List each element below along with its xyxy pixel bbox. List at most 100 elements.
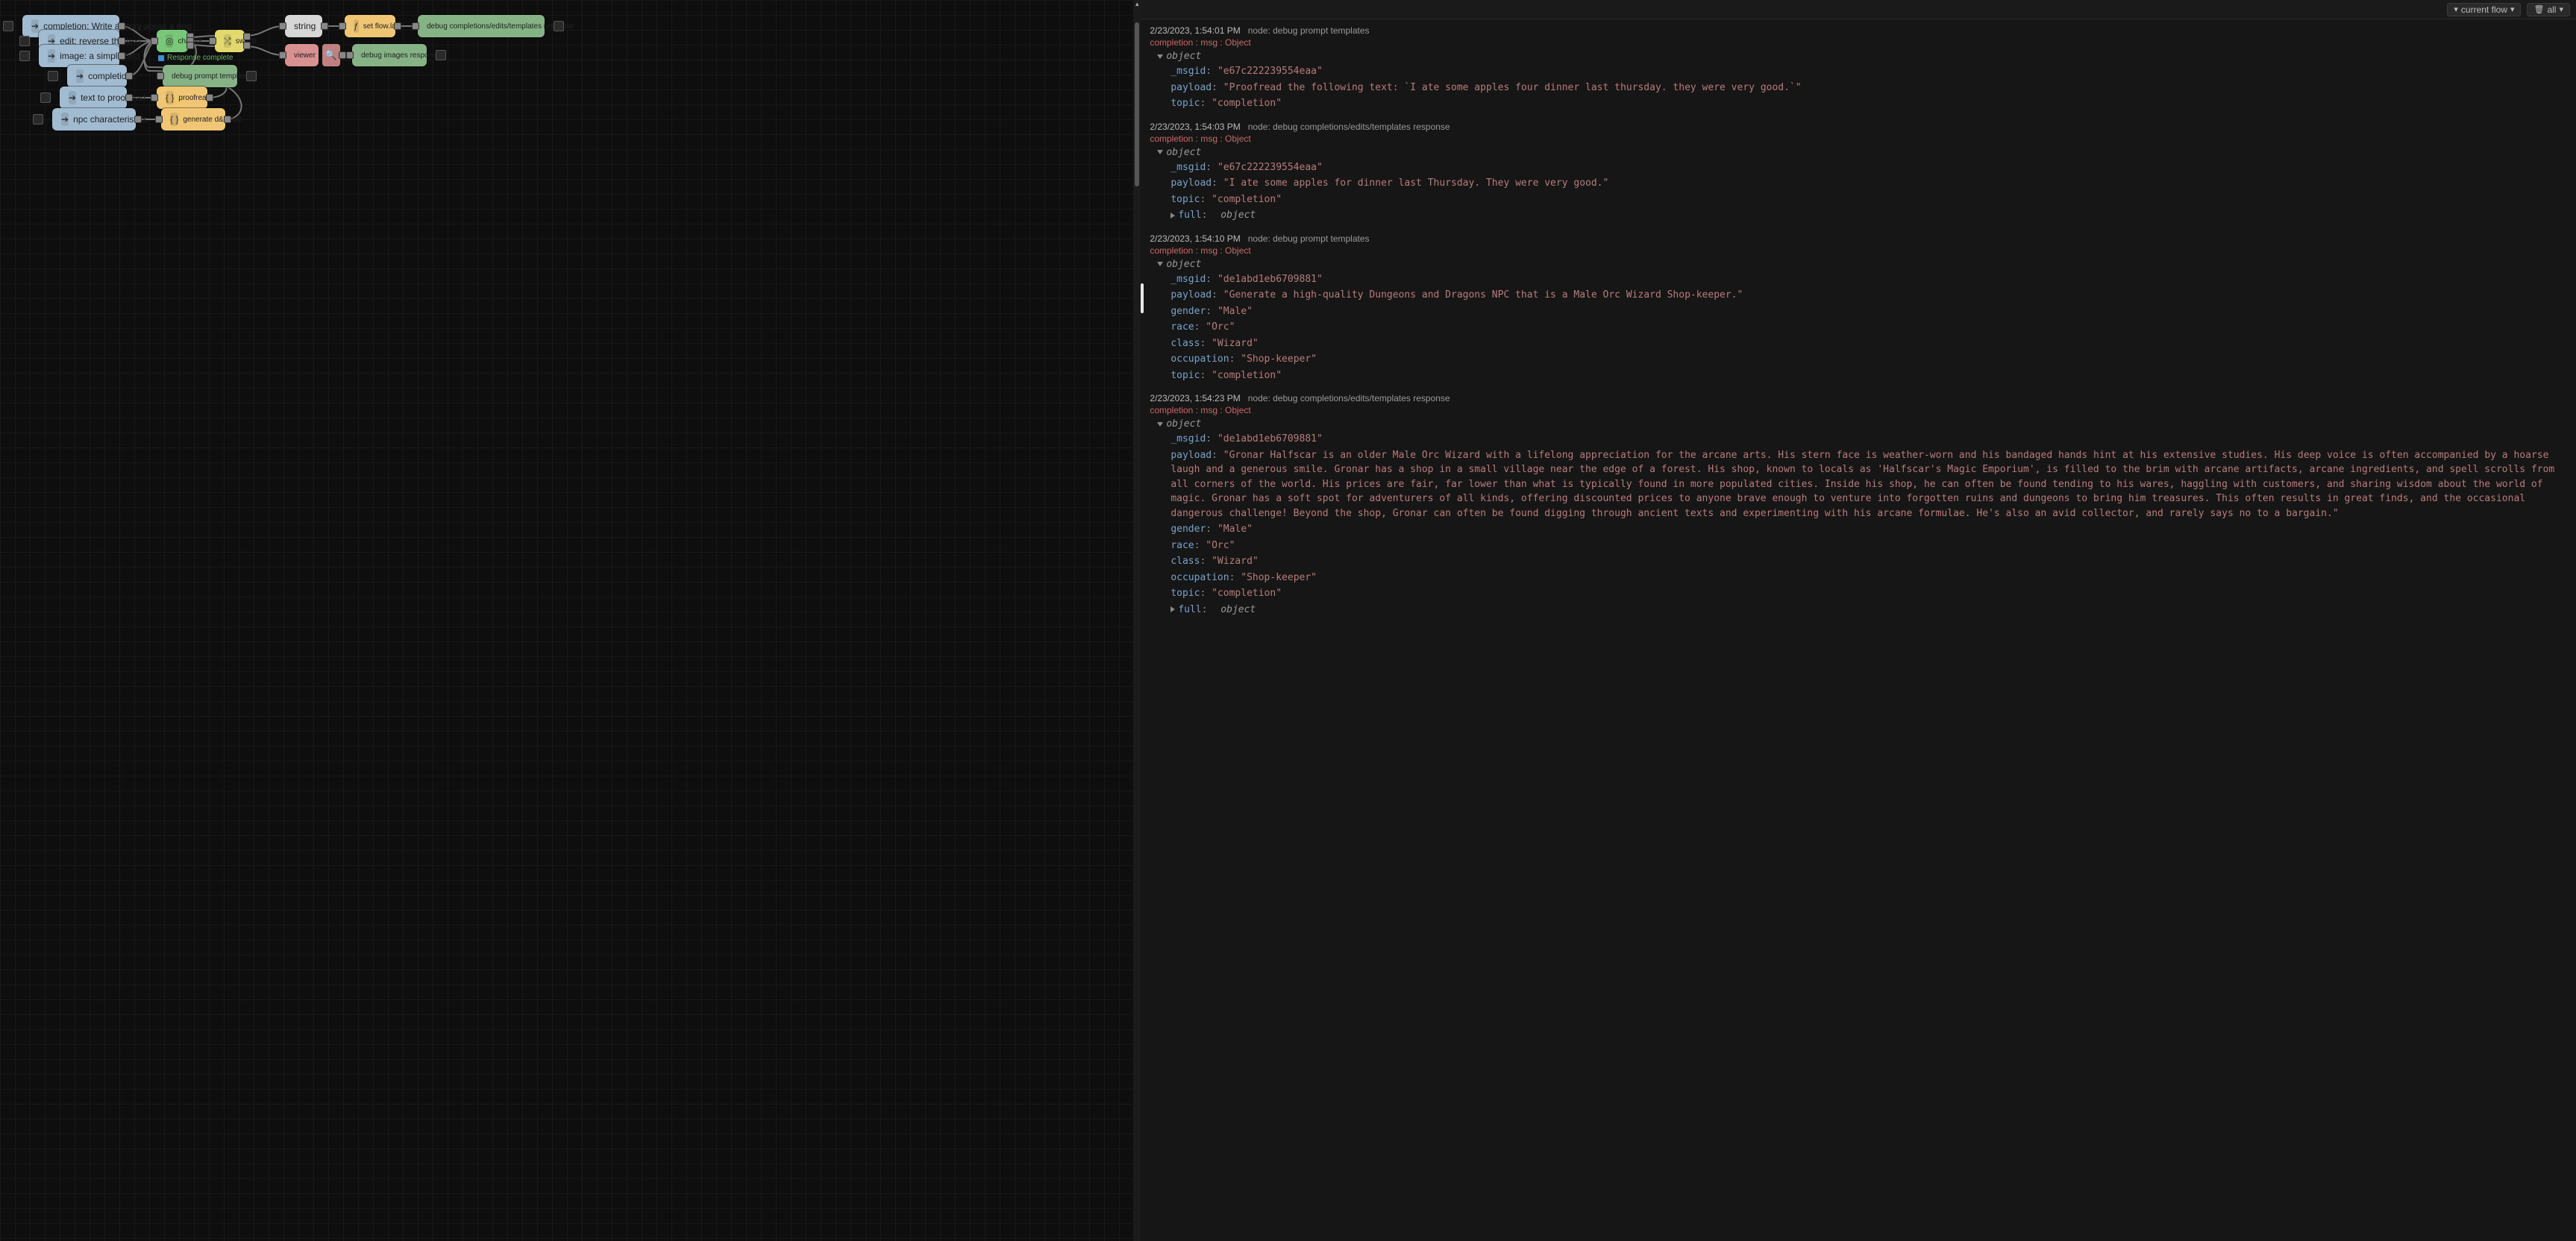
property-row[interactable]: _msgid: "de1abd1eb6709881"	[1157, 272, 2567, 287]
port-out[interactable]	[118, 52, 125, 60]
scrollbar-thumb[interactable]	[1135, 22, 1139, 186]
caret-down-icon	[1157, 262, 1163, 266]
inject-image-bird[interactable]: ➔ image: a simple bird	[39, 45, 119, 67]
property-value: "Shop-keeper"	[1241, 354, 1317, 365]
property-value: "Gronar Halfscar is an older Male Orc Wi…	[1171, 450, 2554, 519]
property-key: _msgid	[1171, 162, 1206, 173]
port-in[interactable]	[279, 22, 286, 30]
chatgpt-node[interactable]: ◎ chatgpt	[157, 30, 188, 52]
property-row[interactable]: payload: "Generate a high-quality Dungeo…	[1157, 288, 2567, 303]
port-in[interactable]	[346, 51, 354, 59]
port-out[interactable]	[125, 72, 133, 80]
property-row[interactable]: gender: "Male"	[1157, 522, 2567, 537]
switch-node[interactable]: ⤮ switch	[215, 30, 245, 52]
filter-flow-dropdown[interactable]: ▾ current flow ▾	[2447, 3, 2521, 16]
set-flow-last-node[interactable]: ƒ set flow.last	[345, 15, 395, 37]
port-out[interactable]	[394, 22, 401, 30]
port-out[interactable]	[339, 51, 346, 59]
port-in[interactable]	[339, 22, 346, 30]
port-out[interactable]	[243, 33, 251, 40]
pane-splitter[interactable]: ▴	[1133, 0, 1141, 1241]
property-row[interactable]: _msgid: "e67c222239554eaa"	[1157, 160, 2567, 175]
port-in[interactable]	[155, 116, 163, 123]
port-out[interactable]	[243, 42, 251, 49]
string-node[interactable]: string	[285, 15, 322, 37]
property-value: "Orc"	[1206, 540, 1235, 551]
inject-button[interactable]	[48, 71, 58, 81]
viewer-node[interactable]: viewer	[285, 44, 319, 66]
inject-button[interactable]	[19, 36, 30, 46]
source-node[interactable]: node: debug completions/edits/templates …	[1248, 393, 1450, 403]
inject-button[interactable]	[3, 21, 13, 31]
viewer-lens[interactable]: 🔍	[322, 44, 340, 66]
property-row[interactable]: class: "Wizard"	[1157, 554, 2567, 569]
property-row[interactable]: payload: "Gronar Halfscar is an older Ma…	[1157, 448, 2567, 521]
debug-toggle[interactable]	[436, 50, 446, 60]
debug-toggle[interactable]	[554, 21, 564, 31]
property-row[interactable]: occupation: "Shop-keeper"	[1157, 571, 2567, 585]
flow-workspace[interactable]: ➔ completion: Write a story about a dog …	[0, 0, 1133, 1241]
debug-panel: ▾ current flow ▾ 🗑 all ▾ 2/23/2023, 1:54…	[1141, 0, 2576, 1241]
property-row[interactable]: topic: "completion"	[1157, 96, 2567, 111]
inject-button[interactable]	[19, 51, 30, 61]
port-out[interactable]	[125, 94, 133, 101]
debug-toggle[interactable]	[246, 71, 257, 81]
topic-line: completion : msg : Object	[1150, 133, 2567, 144]
property-row[interactable]: topic: "completion"	[1157, 192, 2567, 207]
port-out[interactable]	[134, 116, 142, 123]
port-in[interactable]	[157, 72, 164, 80]
property-row[interactable]: topic: "completion"	[1157, 368, 2567, 383]
port-in[interactable]	[151, 94, 158, 101]
property-row[interactable]: class: "Wizard"	[1157, 336, 2567, 351]
debug-toolbar: ▾ current flow ▾ 🗑 all ▾	[1141, 0, 2576, 19]
port-in[interactable]	[412, 22, 419, 30]
object-toggle[interactable]: object	[1157, 418, 2567, 430]
property-value: "I ate some apples for dinner last Thurs…	[1223, 177, 1609, 189]
property-value: "de1abd1eb6709881"	[1218, 433, 1323, 444]
port-in[interactable]	[279, 51, 286, 59]
inject-completion-label[interactable]: ➔ completion	[67, 65, 127, 87]
property-row[interactable]: race: "Orc"	[1157, 320, 2567, 335]
port-out[interactable]	[118, 37, 125, 45]
inject-button[interactable]	[33, 114, 43, 125]
object-toggle[interactable]: object	[1157, 51, 2567, 62]
inject-button[interactable]	[40, 92, 51, 103]
debug-prompt-templates-node[interactable]: debug prompt templates	[163, 65, 237, 87]
port-in[interactable]	[151, 37, 158, 45]
port-out[interactable]	[187, 42, 194, 49]
debug-images-node[interactable]: debug images response	[352, 44, 427, 66]
debug-message-list[interactable]: 2/23/2023, 1:54:01 PMnode: debug prompt …	[1141, 19, 2576, 1241]
port-in[interactable]	[209, 37, 216, 45]
property-row[interactable]: payload: "Proofread the following text: …	[1157, 81, 2567, 95]
property-row[interactable]: topic: "completion"	[1157, 586, 2567, 601]
property-row[interactable]: race: "Orc"	[1157, 538, 2567, 553]
proofread-template-node[interactable]: { } proofread	[157, 87, 207, 109]
property-row[interactable]: full: object	[1157, 603, 2567, 618]
property-value: object	[1213, 210, 1256, 221]
port-out[interactable]	[206, 94, 213, 101]
source-node[interactable]: node: debug completions/edits/templates …	[1248, 122, 1450, 132]
source-node[interactable]: node: debug prompt templates	[1248, 25, 1370, 36]
topic-line: completion : msg : Object	[1150, 405, 2567, 415]
property-row[interactable]: _msgid: "e67c222239554eaa"	[1157, 64, 2567, 79]
property-key: occupation	[1171, 354, 1229, 365]
property-row[interactable]: gender: "Male"	[1157, 304, 2567, 319]
property-row[interactable]: occupation: "Shop-keeper"	[1157, 352, 2567, 367]
port-out[interactable]	[118, 22, 125, 30]
source-node[interactable]: node: debug prompt templates	[1248, 233, 1370, 244]
clear-all-button[interactable]: 🗑 all ▾	[2527, 3, 2570, 16]
port-out[interactable]	[321, 22, 328, 30]
object-toggle[interactable]: object	[1157, 259, 2567, 270]
generate-npc-template-node[interactable]: { } generate d&d npc	[161, 108, 225, 131]
property-row[interactable]: _msgid: "de1abd1eb6709881"	[1157, 432, 2567, 447]
inject-npc-characteristics[interactable]: ➔ npc characteristics	[52, 108, 136, 131]
object-toggle[interactable]: object	[1157, 147, 2567, 158]
property-key: occupation	[1171, 572, 1229, 583]
property-key: topic	[1171, 194, 1200, 205]
property-row[interactable]: payload: "I ate some apples for dinner l…	[1157, 176, 2567, 191]
property-row[interactable]: full: object	[1157, 208, 2567, 223]
debug-completions-node[interactable]: debug completions/edits/templates respon…	[418, 15, 545, 37]
port-out[interactable]	[224, 116, 231, 123]
inject-text-to-proofread[interactable]: ➔ text to proofread	[60, 87, 127, 109]
caret-right-icon	[1171, 213, 1175, 219]
